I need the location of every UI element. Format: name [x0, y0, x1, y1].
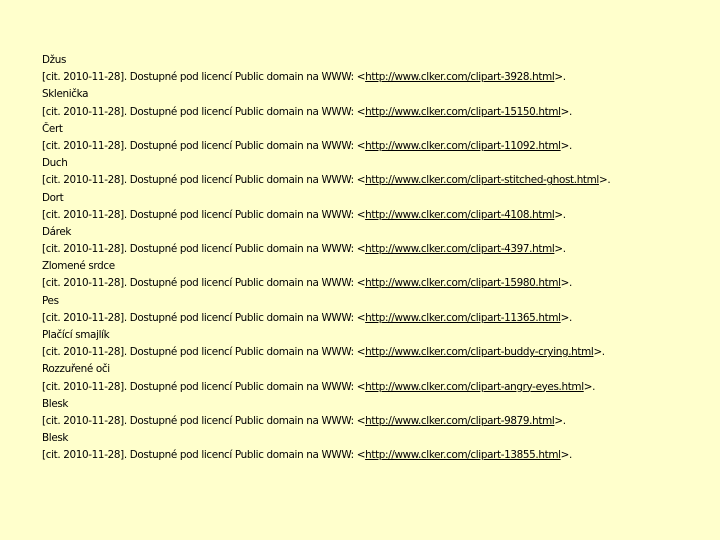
citation-prefix: [cit. 2010-11-28]. Dostupné pod licencí …	[42, 414, 366, 427]
citation-suffix: >.	[598, 174, 611, 187]
citation-prefix: [cit. 2010-11-28]. Dostupné pod licencí …	[42, 449, 366, 462]
entry-title: Dárek	[42, 225, 72, 238]
entry-link[interactable]: http://www.clker.com/clipart-3928.html	[365, 71, 555, 83]
entry-citation: [cit. 2010-11-28]. Dostupné pod licencí …	[42, 413, 712, 430]
citation-entry: Dort [cit. 2010-11-28]. Dostupné pod lic…	[42, 190, 712, 224]
entry-title: Dort	[42, 191, 64, 204]
citation-prefix: [cit. 2010-11-28]. Dostupné pod licencí …	[42, 105, 366, 118]
entry-title: Sklenička	[42, 88, 89, 101]
entry-citation: [cit. 2010-11-28]. Dostupné pod licencí …	[42, 310, 712, 327]
citation-list: Džus [cit. 2010-11-28]. Dostupné pod lic…	[42, 52, 712, 465]
entry-link[interactable]: http://www.clker.com/clipart-4108.html	[365, 209, 555, 221]
citation-entry: Blesk [cit. 2010-11-28]. Dostupné pod li…	[42, 396, 712, 430]
citation-prefix: [cit. 2010-11-28]. Dostupné pod licencí …	[42, 208, 366, 221]
entry-citation: [cit. 2010-11-28]. Dostupné pod licencí …	[42, 69, 712, 86]
entry-link[interactable]: http://www.clker.com/clipart-15150.html	[365, 106, 561, 118]
citation-entry: Džus [cit. 2010-11-28]. Dostupné pod lic…	[42, 52, 712, 86]
citation-suffix: >.	[560, 449, 573, 462]
citation-suffix: >.	[593, 346, 605, 359]
citation-suffix: >.	[560, 139, 573, 152]
citation-prefix: [cit. 2010-11-28]. Dostupné pod licencí …	[42, 346, 366, 359]
entry-title: Blesk	[42, 397, 69, 410]
entry-title: Duch	[42, 157, 68, 170]
entry-link[interactable]: http://www.clker.com/clipart-angry-eyes.…	[365, 381, 584, 393]
entry-link[interactable]: http://www.clker.com/clipart-15980.html	[365, 277, 561, 289]
citation-suffix: >.	[554, 71, 566, 84]
citation-entry: Dárek [cit. 2010-11-28]. Dostupné pod li…	[42, 224, 712, 258]
citation-entry: Čert [cit. 2010-11-28]. Dostupné pod lic…	[42, 121, 712, 155]
entry-link[interactable]: http://www.clker.com/clipart-buddy-cryin…	[365, 346, 594, 358]
citation-entry: Zlomené srdce [cit. 2010-11-28]. Dostupn…	[42, 258, 712, 292]
entry-citation: [cit. 2010-11-28]. Dostupné pod licencí …	[42, 447, 712, 464]
citation-suffix: >.	[583, 380, 596, 393]
entry-citation: [cit. 2010-11-28]. Dostupné pod licencí …	[42, 241, 712, 258]
entry-title: Pes	[42, 294, 59, 307]
citation-prefix: [cit. 2010-11-28]. Dostupné pod licencí …	[42, 277, 366, 290]
entry-citation: [cit. 2010-11-28]. Dostupné pod licencí …	[42, 104, 712, 121]
citation-entry: Sklenička [cit. 2010-11-28]. Dostupné po…	[42, 86, 712, 120]
citation-prefix: [cit. 2010-11-28]. Dostupné pod licencí …	[42, 380, 366, 393]
entry-link[interactable]: http://www.clker.com/clipart-11365.html	[365, 312, 561, 324]
entry-title: Blesk	[42, 432, 69, 445]
entry-title: Zlomené srdce	[42, 260, 115, 273]
citation-prefix: [cit. 2010-11-28]. Dostupné pod licencí …	[42, 139, 366, 152]
entry-citation: [cit. 2010-11-28]. Dostupné pod licencí …	[42, 379, 712, 396]
citation-suffix: >.	[560, 105, 573, 118]
entry-citation: [cit. 2010-11-28]. Dostupné pod licencí …	[42, 344, 712, 361]
citation-entry: Plačící smajlík [cit. 2010-11-28]. Dostu…	[42, 327, 712, 361]
citation-entry: Pes [cit. 2010-11-28]. Dostupné pod lice…	[42, 293, 712, 327]
citation-prefix: [cit. 2010-11-28]. Dostupné pod licencí …	[42, 311, 366, 324]
citation-suffix: >.	[554, 243, 566, 256]
citation-prefix: [cit. 2010-11-28]. Dostupné pod licencí …	[42, 71, 366, 84]
entry-citation: [cit. 2010-11-28]. Dostupné pod licencí …	[42, 207, 712, 224]
citation-suffix: >.	[554, 208, 566, 221]
entry-title: Rozzuřené oči	[42, 363, 110, 376]
entry-citation: [cit. 2010-11-28]. Dostupné pod licencí …	[42, 172, 712, 189]
entry-link[interactable]: http://www.clker.com/clipart-13855.html	[365, 449, 561, 461]
entry-link[interactable]: http://www.clker.com/clipart-stitched-gh…	[365, 174, 599, 186]
citation-suffix: >.	[560, 277, 573, 290]
citation-entry: Rozzuřené oči [cit. 2010-11-28]. Dostupn…	[42, 361, 712, 395]
citation-entry: Duch [cit. 2010-11-28]. Dostupné pod lic…	[42, 155, 712, 189]
entry-link[interactable]: http://www.clker.com/clipart-4397.html	[365, 243, 555, 255]
citation-prefix: [cit. 2010-11-28]. Dostupné pod licencí …	[42, 174, 366, 187]
entry-link[interactable]: http://www.clker.com/clipart-9879.html	[365, 415, 555, 427]
citation-suffix: >.	[554, 414, 566, 427]
entry-link[interactable]: http://www.clker.com/clipart-11092.html	[365, 140, 561, 152]
citation-entry: Blesk [cit. 2010-11-28]. Dostupné pod li…	[42, 430, 712, 464]
entry-title: Čert	[42, 122, 63, 135]
entry-title: Plačící smajlík	[42, 329, 110, 341]
citation-prefix: [cit. 2010-11-28]. Dostupné pod licencí …	[42, 243, 366, 256]
entry-citation: [cit. 2010-11-28]. Dostupné pod licencí …	[42, 138, 712, 155]
entry-citation: [cit. 2010-11-28]. Dostupné pod licencí …	[42, 275, 712, 292]
entry-title: Džus	[42, 54, 67, 66]
citation-suffix: >.	[560, 311, 573, 324]
